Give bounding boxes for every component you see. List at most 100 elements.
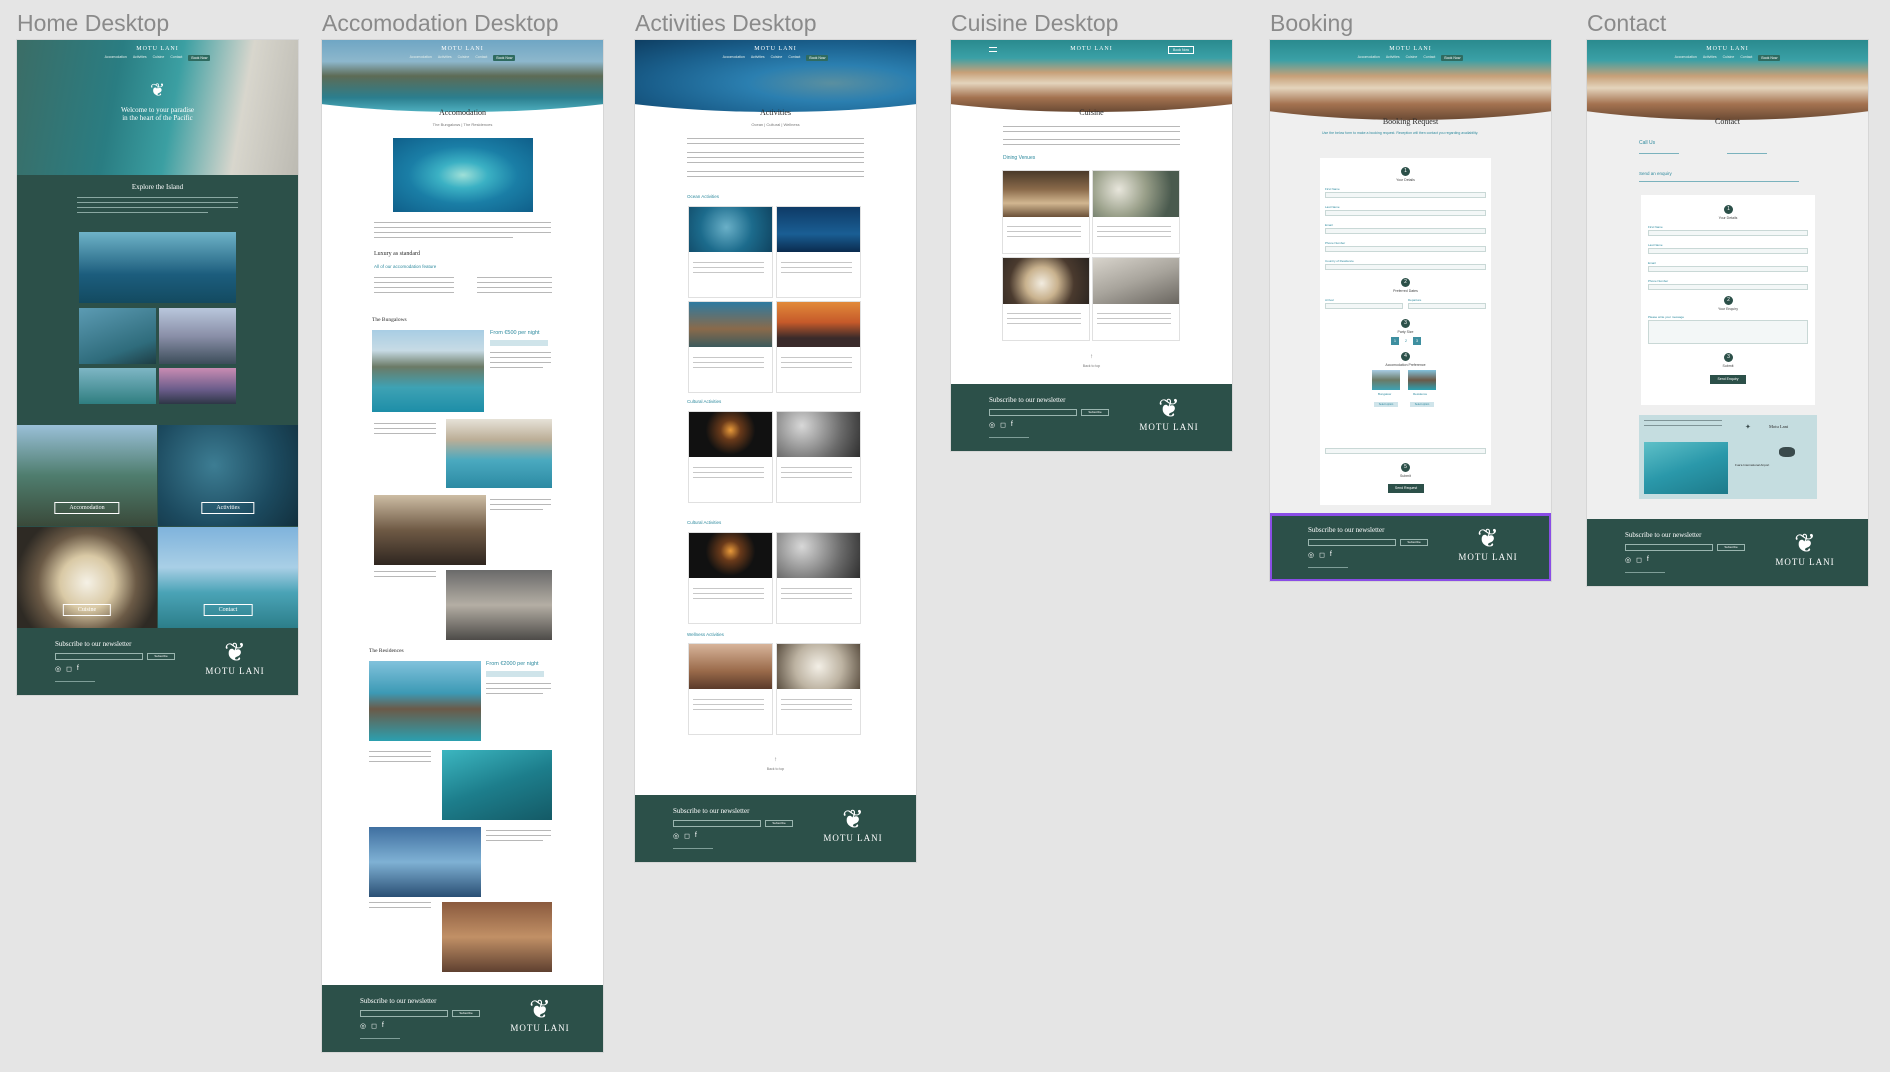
- luxury-heading: Luxury as standard: [374, 251, 420, 257]
- activity-card[interactable]: [689, 412, 772, 502]
- venue-card[interactable]: [1093, 258, 1179, 340]
- tile-contact[interactable]: Contact: [158, 527, 298, 628]
- activity-card[interactable]: [777, 207, 860, 297]
- coral-icon: ❦: [842, 804, 864, 834]
- arrival-date-input[interactable]: [1325, 303, 1403, 309]
- home-frame: MOTU LANI Accomodation Activities Cuisin…: [17, 40, 298, 695]
- activity-card[interactable]: [777, 644, 860, 734]
- activity-card[interactable]: [689, 207, 772, 297]
- country-select[interactable]: [1325, 264, 1486, 270]
- booking-form: 1 Your Details First Name Last Name Emai…: [1320, 158, 1491, 505]
- special-request-input[interactable]: [1325, 448, 1486, 454]
- instagram-icon[interactable]: ◻: [1636, 556, 1642, 564]
- home-hero-title: Welcome to your paradise: [120, 106, 195, 114]
- facebook-icon[interactable]: f: [1330, 551, 1332, 559]
- first-name-input[interactable]: [1325, 192, 1486, 198]
- enquiry-form: 1 Your Details First Name Last Name Emai…: [1641, 195, 1815, 405]
- message-textarea[interactable]: [1648, 320, 1808, 344]
- coral-icon: ❦: [149, 80, 166, 100]
- facebook-icon[interactable]: f: [1647, 556, 1649, 564]
- newsletter-heading: Subscribe to our newsletter: [55, 640, 132, 648]
- tripadvisor-icon[interactable]: ◎: [1308, 551, 1314, 559]
- paddle-image: [79, 308, 156, 364]
- tile-cuisine[interactable]: Cuisine: [17, 527, 157, 628]
- arrow-up-icon[interactable]: ↑: [951, 354, 1232, 360]
- party-size-3[interactable]: 3: [1413, 337, 1421, 345]
- select-bungalow-button[interactable]: Select option: [1374, 402, 1398, 407]
- tripadvisor-icon[interactable]: ◎: [55, 665, 61, 673]
- back-to-top-link[interactable]: Back to top: [951, 364, 1232, 368]
- overwater-image: [79, 368, 156, 404]
- tripadvisor-icon[interactable]: ◎: [673, 832, 679, 840]
- island-shape: [1779, 447, 1795, 457]
- nav-book-button[interactable]: Book Now: [188, 55, 211, 61]
- tripadvisor-icon[interactable]: ◎: [989, 421, 995, 429]
- nav-contact[interactable]: Contact: [170, 55, 182, 61]
- email-input[interactable]: [1648, 266, 1808, 272]
- activities-footer: Subscribe to our newsletter Subscribe ◎ ◻…: [635, 795, 916, 862]
- phone-input[interactable]: [1648, 284, 1808, 290]
- facebook-icon[interactable]: f: [77, 665, 79, 673]
- bungalows-price: From €500 per night: [490, 330, 540, 336]
- email-input[interactable]: [1325, 228, 1486, 234]
- section-wellness: Wellness Activities: [687, 632, 724, 637]
- frame-title-booking: Booking: [1270, 10, 1354, 36]
- tile-activities[interactable]: Activities: [158, 425, 298, 526]
- venue-card[interactable]: [1093, 171, 1179, 253]
- party-size-2[interactable]: 2: [1402, 337, 1410, 345]
- facebook-icon[interactable]: f: [1011, 421, 1013, 429]
- venue-card[interactable]: [1003, 258, 1089, 340]
- frame-title-contact: Contact: [1587, 10, 1667, 36]
- facebook-icon[interactable]: f: [382, 1022, 384, 1030]
- bungalow-option-image[interactable]: [1372, 370, 1400, 390]
- book-now-button[interactable]: Book Now: [1168, 46, 1194, 54]
- home-logo[interactable]: MOTU LANI: [17, 40, 298, 52]
- accommodation-frame: MOTU LANI Accomodation Activities Cuisine C…: [322, 40, 603, 1052]
- activity-card[interactable]: [777, 533, 860, 623]
- airport-label: Fua'a International Airport: [1735, 463, 1770, 467]
- cuisine-frame: MOTU LANI Book Now Cuisine Dining Venues…: [951, 40, 1232, 451]
- newsletter-email-input[interactable]: [55, 653, 143, 660]
- instagram-icon[interactable]: ◻: [66, 665, 72, 673]
- residences-price: From €2000 per night: [486, 661, 539, 667]
- booking-intro: Use the below form to make a booking req…: [1322, 131, 1479, 135]
- select-residence-button[interactable]: Select option: [1410, 402, 1434, 407]
- send-enquiry-heading: Send an enquiry: [1639, 171, 1672, 176]
- nav-cuisine[interactable]: Cuisine: [153, 55, 165, 61]
- tile-accommodation[interactable]: Accomodation: [17, 425, 157, 526]
- residence-option-image[interactable]: [1408, 370, 1436, 390]
- instagram-icon[interactable]: ◻: [371, 1022, 377, 1030]
- venue-card[interactable]: [1003, 171, 1089, 253]
- back-to-top-link[interactable]: Back to top: [635, 767, 916, 771]
- last-name-input[interactable]: [1648, 248, 1808, 254]
- first-name-input[interactable]: [1648, 230, 1808, 236]
- activities-tabs[interactable]: Ocean | Cultural | Wellness: [635, 122, 916, 127]
- party-size-1[interactable]: 1: [1391, 337, 1399, 345]
- tripadvisor-icon[interactable]: ◎: [360, 1022, 366, 1030]
- instagram-icon[interactable]: ◻: [1000, 421, 1006, 429]
- arrow-up-icon[interactable]: ↑: [635, 757, 916, 763]
- nav-accommodation[interactable]: Accomodation: [105, 55, 127, 61]
- facebook-icon[interactable]: f: [695, 832, 697, 840]
- accommodation-breadcrumb[interactable]: The Bungalows | The Residences: [322, 122, 603, 127]
- last-name-input[interactable]: [1325, 210, 1486, 216]
- instagram-icon[interactable]: ◻: [684, 832, 690, 840]
- send-request-button[interactable]: Send Request: [1388, 484, 1424, 493]
- activity-card[interactable]: [689, 533, 772, 623]
- activity-card[interactable]: [777, 412, 860, 502]
- newsletter-subscribe-button[interactable]: Subscribe: [147, 653, 175, 660]
- activity-card[interactable]: [777, 302, 860, 392]
- booking-nav: MOTU LANI Accomodation Activities Cuisine C…: [1270, 40, 1551, 66]
- send-enquiry-button[interactable]: Send Enquiry: [1710, 375, 1746, 384]
- phone-input[interactable]: [1325, 246, 1486, 252]
- activity-card[interactable]: [689, 644, 772, 734]
- call-us-heading: Call Us: [1639, 140, 1656, 146]
- nav-activities[interactable]: Activities: [133, 55, 147, 61]
- instagram-icon[interactable]: ◻: [1319, 551, 1325, 559]
- bungalow-image-2: [446, 419, 552, 488]
- departure-date-input[interactable]: [1408, 303, 1486, 309]
- activity-card[interactable]: [689, 302, 772, 392]
- bungalows-heading: The Bungalows: [372, 317, 407, 323]
- menu-icon[interactable]: [989, 47, 997, 52]
- tripadvisor-icon[interactable]: ◎: [1625, 556, 1631, 564]
